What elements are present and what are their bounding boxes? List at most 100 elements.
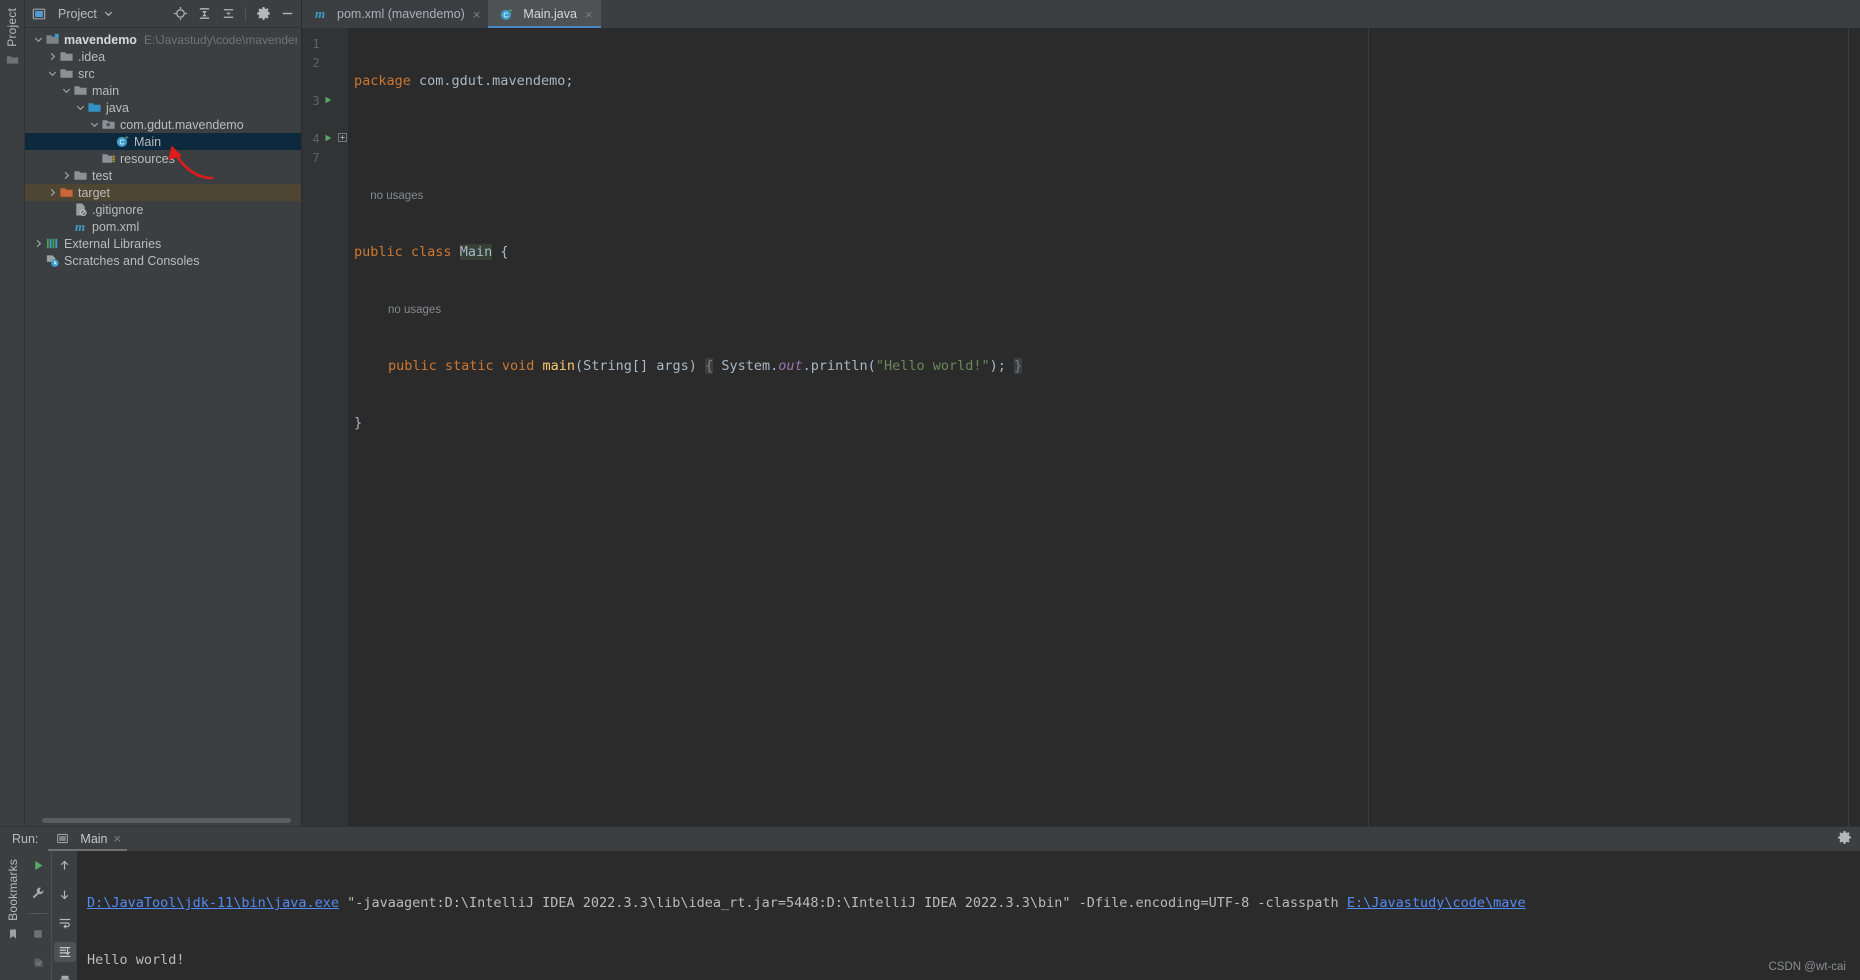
- run-actions-column-left: [25, 851, 51, 980]
- println-call: .println(: [802, 358, 876, 374]
- close-icon[interactable]: ×: [473, 7, 481, 22]
- tool-window-button-project[interactable]: Project: [5, 8, 19, 47]
- collapse-all-icon[interactable]: [218, 4, 238, 24]
- close-icon[interactable]: ×: [114, 831, 122, 846]
- inlay-hint-method[interactable]: no usages: [354, 300, 1860, 319]
- folder-icon: [72, 168, 88, 184]
- editor-area: m pom.xml (mavendemo) × C Main.java × 1 2 3 4 7 p…: [302, 0, 1860, 826]
- rerun-failed-tests-icon[interactable]: [27, 952, 49, 972]
- tree-node-label: src: [78, 66, 95, 81]
- tree-node-java[interactable]: java: [25, 99, 301, 116]
- java-exe-link[interactable]: D:\JavaTool\jdk-11\bin\java.exe: [87, 895, 339, 911]
- tree-node-label: .gitignore: [92, 202, 144, 217]
- expand-all-icon[interactable]: [194, 4, 214, 24]
- tree-node-src[interactable]: src: [25, 65, 301, 82]
- close-icon[interactable]: ×: [585, 7, 593, 22]
- hello-world-string: "Hello world!": [875, 358, 990, 374]
- class-name-main: Main: [459, 244, 493, 260]
- package-icon: [100, 117, 116, 133]
- svg-text:C: C: [503, 11, 508, 19]
- tree-node-label: main: [92, 83, 120, 98]
- chevron-down-icon[interactable]: [101, 6, 117, 22]
- chevron-down-icon[interactable]: [75, 102, 86, 113]
- folded-region-close[interactable]: }: [1014, 358, 1023, 374]
- project-horizontal-scrollbar[interactable]: [25, 815, 301, 826]
- stmt-end: );: [989, 358, 1006, 374]
- chevron-right-icon[interactable]: [47, 51, 58, 62]
- no-chevron: [33, 255, 44, 266]
- tree-node-test[interactable]: test: [25, 167, 301, 184]
- chevron-down-icon[interactable]: [61, 85, 72, 96]
- print-icon[interactable]: [54, 971, 76, 980]
- left-tool-strip: Project: [0, 0, 25, 826]
- chevron-right-icon[interactable]: [47, 187, 58, 198]
- wrench-icon[interactable]: [27, 883, 49, 903]
- editor-tab-main-java[interactable]: C Main.java ×: [488, 0, 601, 28]
- editor-tab-bar: m pom.xml (mavendemo) × C Main.java ×: [302, 0, 1860, 28]
- tree-node-com-gdut-mavendemo[interactable]: com.gdut.mavendemo: [25, 116, 301, 133]
- run-icon[interactable]: [27, 855, 49, 875]
- chevron-down-icon[interactable]: [89, 119, 100, 130]
- fold-expand-icon[interactable]: [336, 132, 348, 145]
- run-gutter-icon[interactable]: [322, 132, 336, 146]
- tree-node-label: com.gdut.mavendemo: [120, 117, 244, 132]
- console-output[interactable]: D:\JavaTool\jdk-11\bin\java.exe "-javaag…: [77, 851, 1860, 980]
- chevron-right-icon[interactable]: [61, 170, 72, 181]
- code-line-3: public class Main {: [354, 243, 1860, 262]
- tree-node--gitignore[interactable]: .gitignore: [25, 201, 301, 218]
- tree-node-label: .idea: [78, 49, 106, 64]
- classpath-link[interactable]: E:\Javastudy\code\mave: [1347, 895, 1526, 911]
- run-tab-main[interactable]: Main ×: [48, 829, 127, 851]
- tree-node-pom-xml[interactable]: m pom.xml: [25, 218, 301, 235]
- chevron-down-icon[interactable]: [33, 34, 44, 45]
- java-args: "-javaagent:D:\IntelliJ IDEA 2022.3.3\li…: [338, 895, 1347, 911]
- code-editor[interactable]: 1 2 3 4 7 package com.gdut.mavendemo; no usa…: [302, 28, 1860, 826]
- hide-panel-icon[interactable]: [277, 4, 297, 24]
- tree-node-main[interactable]: main: [25, 82, 301, 99]
- down-arrow-icon[interactable]: [54, 884, 76, 904]
- tree-node-resources[interactable]: resources: [25, 150, 301, 167]
- lightbulb-icon[interactable]: [354, 187, 370, 203]
- tree-node-target[interactable]: target: [25, 184, 301, 201]
- gutter-line: 1: [302, 34, 348, 53]
- project-tool-window: Project mavendemo E:\Javastudy\code\mave…: [25, 0, 302, 826]
- tree-node-label: pom.xml: [92, 219, 140, 234]
- tree-node-main[interactable]: C Main: [25, 133, 301, 150]
- inlay-hint-class[interactable]: no usages: [354, 186, 1860, 205]
- inlay-text-method: no usages: [388, 304, 442, 316]
- line-number: 1: [312, 36, 320, 51]
- editor-gutter[interactable]: 1 2 3 4 7: [302, 28, 348, 826]
- up-arrow-icon[interactable]: [54, 855, 76, 875]
- tree-node-path: E:\Javastudy\code\mavendemo\mave: [143, 32, 297, 47]
- gutter-line: 3: [302, 91, 348, 110]
- locate-in-tree-icon[interactable]: [170, 4, 190, 24]
- tree-node--idea[interactable]: .idea: [25, 48, 301, 65]
- scroll-to-end-icon[interactable]: [53, 942, 76, 962]
- tree-node-mavendemo[interactable]: mavendemo E:\Javastudy\code\mavendemo\mav…: [25, 31, 301, 48]
- editor-text[interactable]: package com.gdut.mavendemo; no usages pu…: [348, 28, 1860, 826]
- stop-icon[interactable]: [27, 924, 49, 944]
- chevron-right-icon[interactable]: [33, 238, 44, 249]
- line-number: 2: [312, 55, 320, 70]
- tree-node-label: Main: [134, 134, 162, 149]
- project-tree[interactable]: mavendemo E:\Javastudy\code\mavendemo\mav…: [25, 28, 301, 815]
- run-gutter-icon[interactable]: [322, 94, 336, 108]
- gutter-line: 2: [302, 53, 348, 72]
- editor-tab-pom-xml[interactable]: m pom.xml (mavendemo) ×: [302, 0, 488, 28]
- project-folder-icon: [6, 53, 19, 71]
- tree-node-scratches-and-consoles[interactable]: Scratches and Consoles: [25, 252, 301, 269]
- no-chevron: [61, 221, 72, 232]
- folder-icon: [58, 49, 74, 65]
- tree-node-label: test: [92, 168, 113, 183]
- error-stripe-marker[interactable]: [1848, 28, 1860, 826]
- bookmarks-strip: Bookmarks: [0, 851, 25, 980]
- tool-window-button-bookmarks[interactable]: Bookmarks: [6, 859, 20, 921]
- scrollbar-thumb[interactable]: [42, 818, 291, 823]
- gear-icon[interactable]: [253, 4, 273, 24]
- soft-wrap-icon[interactable]: [54, 913, 76, 933]
- folded-region-open[interactable]: {: [705, 358, 714, 374]
- tree-node-external-libraries[interactable]: External Libraries: [25, 235, 301, 252]
- excluded-folder-icon: [58, 185, 74, 201]
- chevron-down-icon[interactable]: [47, 68, 58, 79]
- run-settings-gear-icon[interactable]: [1837, 830, 1852, 850]
